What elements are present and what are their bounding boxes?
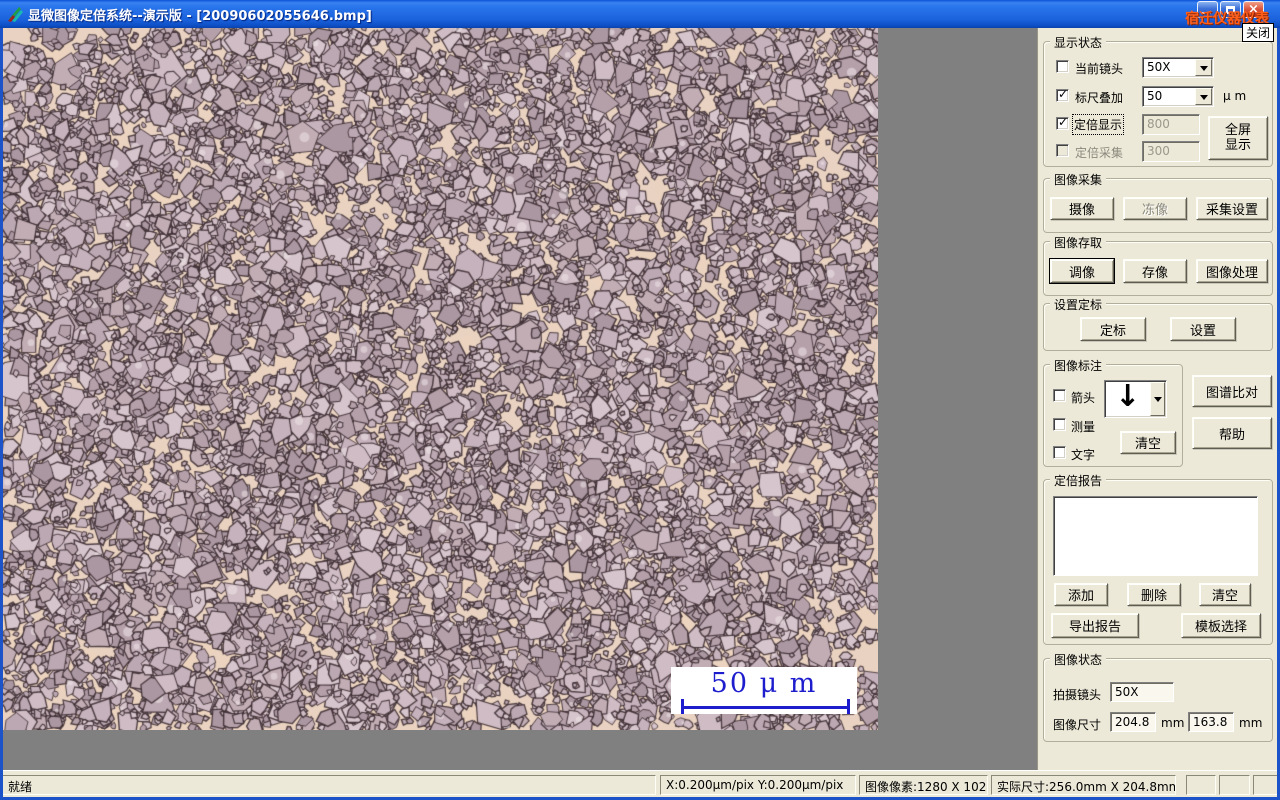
status-spare-1: [1186, 775, 1216, 795]
save-image-button[interactable]: 存像: [1123, 259, 1187, 283]
image-width-unit: mm: [1161, 716, 1185, 730]
group-image-status-title: 图像状态: [1050, 651, 1107, 668]
scale-bar-tick-left: [681, 699, 684, 714]
image-size-label: 图像尺寸: [1053, 718, 1102, 732]
fixed-display-input: 800: [1142, 114, 1200, 135]
current-lens-dropdown-button[interactable]: [1195, 59, 1212, 76]
ruler-value: 50: [1147, 89, 1163, 103]
app-icon: [8, 7, 23, 22]
group-calibration-title: 设置定标: [1050, 296, 1107, 313]
fullscreen-button[interactable]: 全屏 显示: [1208, 116, 1268, 160]
status-actual-size: 实际尺寸:256.0mm X 204.8mm: [991, 775, 1176, 795]
check-icon: ✓: [1058, 115, 1069, 129]
ruler-overlay-checkbox[interactable]: ✓: [1056, 87, 1069, 102]
status-ready: 就绪: [2, 775, 656, 795]
clear-annotation-button[interactable]: 清空: [1120, 431, 1176, 454]
atlas-compare-button[interactable]: 图谱比对: [1192, 375, 1272, 407]
status-spare-3: [1253, 775, 1278, 795]
fixed-display-checkbox[interactable]: ✓: [1056, 115, 1069, 130]
chevron-down-icon: [1200, 95, 1208, 100]
group-annotation-title: 图像标注: [1050, 357, 1107, 374]
measure-checkbox[interactable]: [1053, 418, 1066, 431]
current-lens-select[interactable]: 50X: [1142, 57, 1214, 78]
arrow-style-select[interactable]: ↓: [1104, 379, 1167, 418]
fixed-display-label: 定倍显示: [1071, 114, 1125, 135]
report-delete-button[interactable]: 删除: [1127, 583, 1181, 606]
status-image-pixels: 图像像素:1280 X 1024: [859, 775, 988, 795]
image-height-field: 163.8: [1188, 712, 1234, 732]
image-width-field: 204.8: [1110, 712, 1156, 732]
title-bar: 显微图像定倍系统--演示版 - [20090602055646.bmp]: [0, 0, 1280, 28]
ruler-value-select[interactable]: 50: [1142, 86, 1214, 107]
close-tooltip: 关闭: [1242, 23, 1275, 42]
arrow-checkbox[interactable]: [1053, 389, 1066, 402]
lens-value-field: 50X: [1110, 682, 1174, 702]
fixed-capture-label: 定倍采集: [1075, 146, 1124, 160]
micrograph-image[interactable]: [3, 28, 878, 730]
status-pixel-scale: X:0.200μm/pix Y:0.200μm/pix: [660, 775, 856, 795]
scale-bar-tick-right: [847, 699, 850, 714]
fullscreen-button-line1: 全屏: [1224, 123, 1251, 138]
freeze-button: 冻像: [1123, 197, 1187, 220]
check-icon: ✓: [1058, 87, 1069, 101]
text-checkbox[interactable]: [1053, 446, 1066, 459]
fixed-capture-input: 300: [1142, 141, 1200, 162]
calibrate-button[interactable]: 定标: [1080, 317, 1146, 341]
current-lens-label: 当前镜头: [1075, 62, 1124, 76]
text-label: 文字: [1071, 448, 1096, 462]
group-image-storage-title: 图像存取: [1050, 234, 1107, 251]
load-image-button[interactable]: 调像: [1049, 258, 1115, 284]
chevron-down-icon: [1200, 66, 1208, 71]
current-lens-value: 50X: [1147, 60, 1171, 74]
group-report-title: 定倍报告: [1050, 472, 1107, 489]
capture-settings-button[interactable]: 采集设置: [1196, 197, 1268, 220]
scale-bar-line: [682, 706, 849, 709]
ruler-dropdown-button[interactable]: [1195, 88, 1212, 105]
current-lens-checkbox[interactable]: [1056, 60, 1069, 73]
group-image-capture-title: 图像采集: [1050, 171, 1107, 188]
arrow-style-dropdown-button[interactable]: [1150, 382, 1165, 416]
lens-label: 拍摄镜头: [1053, 688, 1102, 702]
ruler-overlay-label: 标尺叠加: [1075, 91, 1124, 105]
scale-bar-overlay: 50 μ m: [671, 667, 857, 714]
status-bar: 就绪 X:0.200μm/pix Y:0.200μm/pix 图像像素:1280…: [0, 770, 1280, 797]
image-process-button[interactable]: 图像处理: [1196, 259, 1268, 283]
group-calibration: 设置定标: [1043, 296, 1273, 351]
down-arrow-icon: ↓: [1115, 379, 1141, 414]
report-clear-button[interactable]: 清空: [1199, 583, 1251, 606]
measure-label: 测量: [1071, 420, 1096, 434]
report-listbox[interactable]: [1053, 496, 1258, 576]
status-spare-2: [1219, 775, 1250, 795]
window-border-left: [0, 28, 3, 800]
group-display-status-title: 显示状态: [1050, 34, 1107, 51]
export-report-button[interactable]: 导出报告: [1051, 613, 1139, 638]
report-add-button[interactable]: 添加: [1054, 583, 1108, 606]
arrow-label: 箭头: [1071, 391, 1096, 405]
window-title: 显微图像定倍系统--演示版 - [20090602055646.bmp]: [28, 8, 372, 24]
help-button[interactable]: 帮助: [1192, 417, 1272, 449]
scale-bar-label: 50 μ m: [710, 668, 818, 699]
template-select-button[interactable]: 模板选择: [1181, 613, 1261, 638]
image-height-unit: mm: [1239, 716, 1263, 730]
fixed-capture-checkbox: [1056, 144, 1069, 157]
calibration-settings-button[interactable]: 设置: [1170, 317, 1236, 341]
chevron-down-icon: [1154, 397, 1162, 402]
shoot-button[interactable]: 摄像: [1050, 197, 1114, 220]
fullscreen-button-line2: 显示: [1224, 138, 1251, 153]
ruler-unit-label: μ m: [1223, 89, 1247, 103]
